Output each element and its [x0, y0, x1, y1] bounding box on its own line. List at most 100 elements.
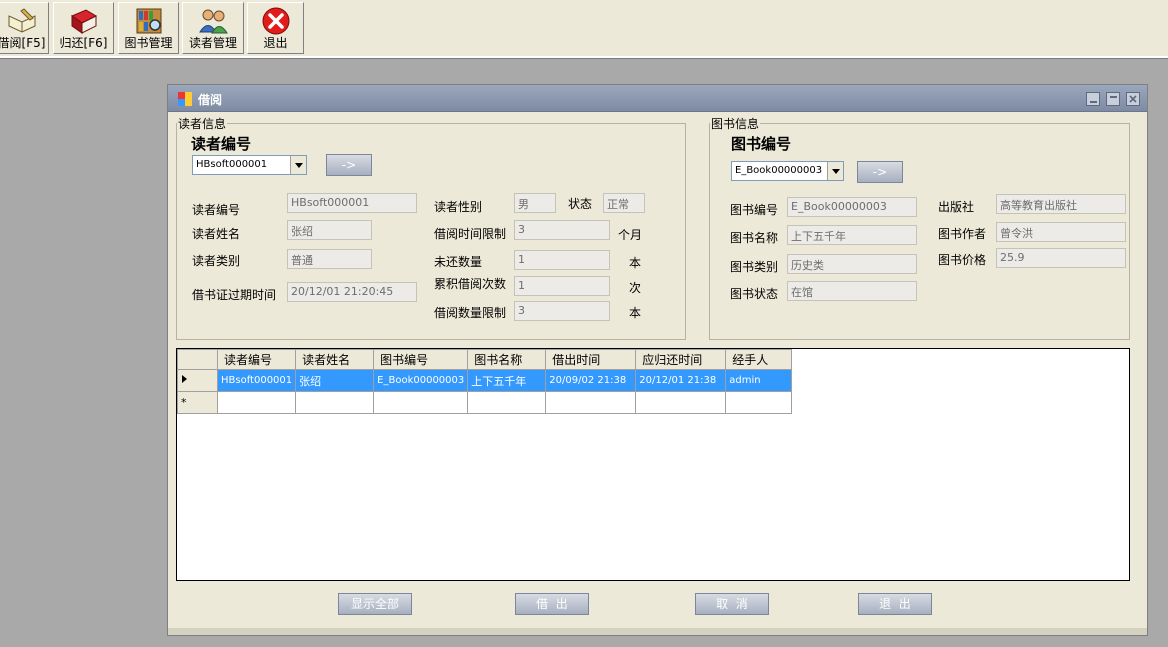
- cell-book-name[interactable]: 上下五千年: [467, 369, 547, 392]
- reader-name-label: 读者姓名: [192, 227, 241, 241]
- column-header[interactable]: 经手人: [725, 349, 793, 370]
- borrow-count-limit-label: 借阅数量限制: [434, 306, 507, 320]
- book-id-combo[interactable]: E_Book00000003: [731, 161, 844, 181]
- reader-type-field[interactable]: 普通: [287, 249, 372, 269]
- column-header[interactable]: 读者姓名: [295, 349, 375, 370]
- borrow-time-limit-unit: 个月: [618, 228, 643, 242]
- unreturned-count-field[interactable]: 1: [514, 250, 610, 270]
- reader-name-field[interactable]: 张绍: [287, 220, 372, 240]
- book-management-button[interactable]: 图书管理: [118, 2, 179, 54]
- reader-management-button[interactable]: 读者管理: [182, 2, 244, 54]
- cell-book-id[interactable]: E_Book00000003: [373, 369, 469, 392]
- row-header-corner: [177, 349, 218, 370]
- exit-button[interactable]: 退 出: [858, 593, 932, 615]
- book-management-label: 图书管理: [124, 36, 173, 50]
- cell-borrow-time[interactable]: 20/09/02 21:38: [545, 369, 637, 392]
- book-name-label: 图书名称: [730, 231, 779, 245]
- publisher-field[interactable]: 高等教育出版社: [996, 194, 1126, 214]
- close-icon: [262, 7, 289, 35]
- reader-id-combo-value: HBsoft000001: [196, 159, 268, 170]
- borrow-records-grid[interactable]: 读者编号 读者姓名 图书编号 图书名称 借出时间 应归还时间 经手人 HBsof…: [176, 348, 1130, 581]
- column-header[interactable]: 读者编号: [216, 349, 297, 370]
- price-label: 图书价格: [938, 253, 987, 267]
- book-type-field[interactable]: 历史类: [787, 254, 917, 274]
- new-cell[interactable]: [216, 391, 297, 414]
- new-cell[interactable]: [295, 391, 375, 414]
- author-field[interactable]: 曾令洪: [996, 222, 1126, 242]
- new-cell[interactable]: [725, 391, 793, 414]
- book-state-label: 图书状态: [730, 287, 779, 301]
- maximize-button[interactable]: [1106, 92, 1120, 106]
- total-borrow-count-label: 累积借阅次数: [434, 277, 507, 291]
- column-header[interactable]: 借出时间: [545, 349, 637, 370]
- row-selector[interactable]: [177, 369, 218, 392]
- reader-status-label: 状态: [568, 197, 593, 211]
- author-label: 图书作者: [938, 227, 987, 241]
- unreturned-count-label: 未还数量: [434, 255, 483, 269]
- window-titlebar[interactable]: 借阅: [168, 85, 1147, 112]
- borrow-count-limit-field[interactable]: 3: [514, 301, 610, 321]
- new-row[interactable]: *: [177, 391, 793, 414]
- close-x-icon: [1129, 95, 1137, 103]
- card-expire-label: 借书证过期时间: [192, 288, 277, 302]
- new-cell[interactable]: [373, 391, 469, 414]
- close-window-button[interactable]: [1126, 92, 1140, 106]
- cell-reader-name[interactable]: 张绍: [295, 369, 375, 392]
- unreturned-count-unit: 本: [629, 256, 642, 270]
- borrow-time-limit-field[interactable]: 3: [514, 220, 610, 240]
- publisher-label: 出版社: [938, 200, 975, 214]
- new-row-marker[interactable]: *: [177, 391, 218, 414]
- reader-gender-label: 读者性别: [434, 200, 483, 214]
- new-cell[interactable]: [545, 391, 637, 414]
- exit-toolbar-button[interactable]: 退出: [247, 2, 304, 54]
- book-state-field[interactable]: 在馆: [787, 281, 917, 301]
- users-icon: [199, 9, 228, 34]
- reader-status-field[interactable]: 正常: [603, 193, 645, 213]
- new-cell[interactable]: [467, 391, 547, 414]
- reader-gender-field[interactable]: 男: [514, 193, 556, 213]
- minimize-button[interactable]: [1086, 92, 1100, 106]
- reader-id-combo[interactable]: HBsoft000001: [192, 155, 307, 175]
- exit-toolbar-label: 退出: [263, 36, 288, 50]
- borrow-toolbar-button[interactable]: 借阅[F5]: [0, 2, 49, 54]
- book-type-label: 图书类别: [730, 260, 779, 274]
- card-expire-field[interactable]: 20/12/01 21:20:45: [287, 282, 417, 302]
- book-id-heading: 图书编号: [731, 135, 792, 153]
- cell-reader-id[interactable]: HBsoft000001: [216, 369, 297, 392]
- borrow-time-limit-label: 借阅时间限制: [434, 227, 507, 241]
- book-name-field[interactable]: 上下五千年: [787, 225, 917, 245]
- reader-lookup-button[interactable]: ->: [326, 154, 372, 176]
- book-id-label: 图书编号: [730, 203, 779, 217]
- chevron-down-icon[interactable]: [827, 162, 843, 180]
- cell-due-time[interactable]: 20/12/01 21:38: [635, 369, 727, 392]
- borrow-toolbar-label: 借阅[F5]: [0, 36, 46, 50]
- borrow-count-limit-unit: 本: [629, 306, 642, 320]
- reader-management-label: 读者管理: [188, 36, 237, 50]
- reader-info-legend: 读者信息: [178, 117, 227, 131]
- column-header[interactable]: 应归还时间: [635, 349, 727, 370]
- chevron-down-icon[interactable]: [290, 156, 306, 174]
- status-strip: [168, 628, 1147, 635]
- book-id-field[interactable]: E_Book00000003: [787, 197, 917, 217]
- table-row[interactable]: HBsoft000001 张绍 E_Book00000003 上下五千年 20/…: [177, 369, 793, 392]
- show-all-button[interactable]: 显示全部: [338, 593, 412, 615]
- app-icon: [178, 92, 192, 106]
- main-toolbar: 借阅[F5] 归还[F6] 图书管理 读者管理 退出: [0, 0, 1168, 58]
- reader-id-field[interactable]: HBsoft000001: [287, 193, 417, 213]
- column-header[interactable]: 图书名称: [467, 349, 547, 370]
- column-header[interactable]: 图书编号: [373, 349, 469, 370]
- cancel-button[interactable]: 取 消: [695, 593, 769, 615]
- cell-handler[interactable]: admin: [725, 369, 793, 392]
- total-borrow-count-field[interactable]: 1: [514, 276, 610, 296]
- return-toolbar-button[interactable]: 归还[F6]: [53, 2, 114, 54]
- current-row-arrow-icon: [182, 375, 187, 383]
- price-field[interactable]: 25.9: [996, 248, 1126, 268]
- reader-id-heading: 读者编号: [191, 135, 252, 153]
- new-cell[interactable]: [635, 391, 727, 414]
- borrow-button[interactable]: 借 出: [515, 593, 589, 615]
- return-toolbar-label: 归还[F6]: [59, 36, 108, 50]
- reader-id-label: 读者编号: [192, 203, 241, 217]
- book-id-combo-value: E_Book00000003: [735, 165, 823, 176]
- book-lookup-button[interactable]: ->: [857, 161, 903, 183]
- book-pen-icon: [8, 8, 35, 33]
